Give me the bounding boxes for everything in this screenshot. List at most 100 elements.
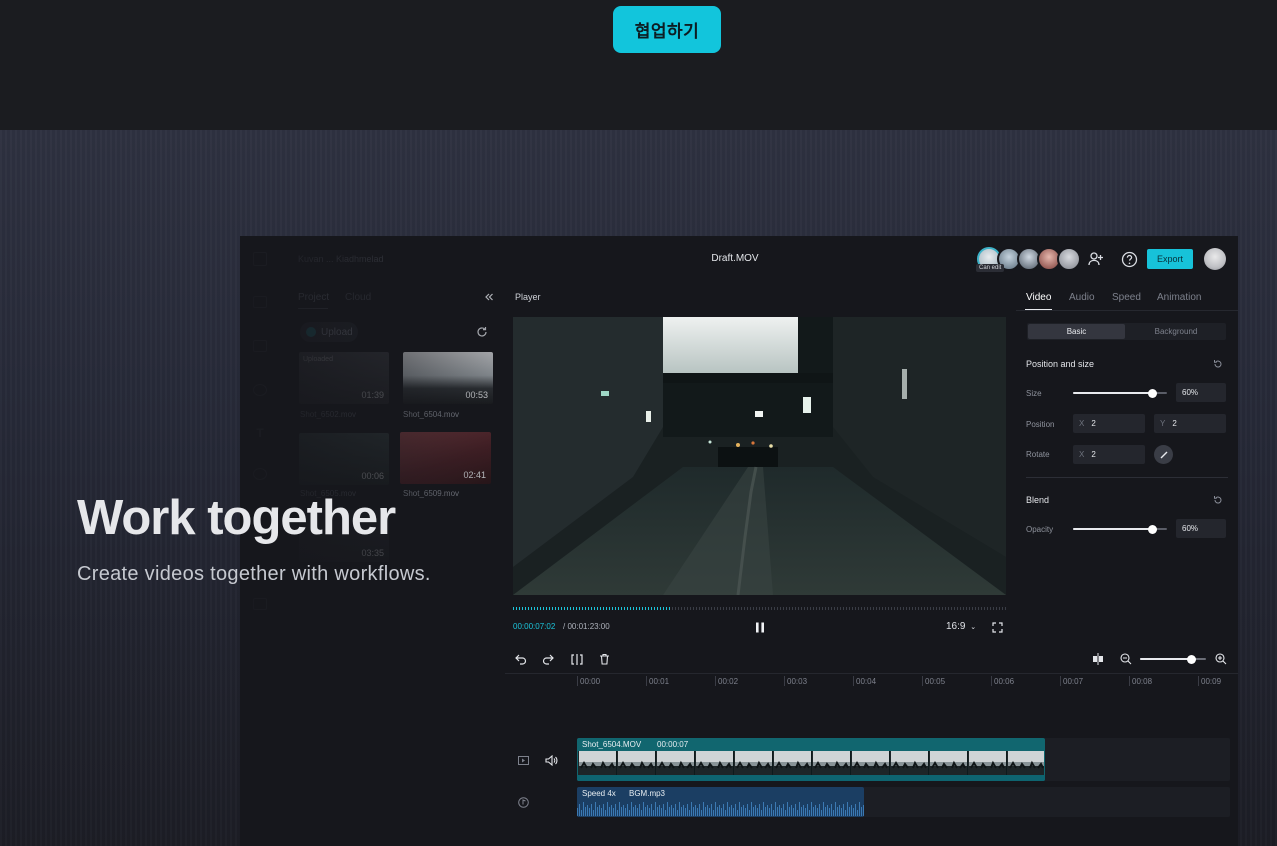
library-icon[interactable]	[253, 340, 267, 352]
hero-title: Work together	[77, 491, 396, 545]
video-track-icon	[513, 750, 533, 770]
zoom-out-icon[interactable]	[1116, 649, 1136, 669]
text-icon[interactable]: T	[253, 426, 267, 440]
music-track-icon	[513, 792, 533, 812]
aspect-ratio-select[interactable]: 16:9 ⌄	[946, 621, 976, 632]
media-thumbnail[interactable]: 02:41	[400, 432, 491, 484]
media-duration: 00:53	[465, 390, 488, 400]
media-thumbnail[interactable]: Uploaded 01:39	[299, 352, 389, 404]
fullscreen-icon[interactable]	[987, 617, 1007, 637]
delete-icon[interactable]	[594, 649, 614, 669]
opacity-label: Opacity	[1026, 525, 1054, 534]
timeline-zoom-handle[interactable]	[1187, 655, 1196, 664]
player-label: Player	[515, 292, 541, 302]
ruler-tick	[853, 676, 854, 686]
clip-name: Shot_6504.MOV	[582, 740, 642, 749]
chevron-down-icon: ⌄	[970, 624, 977, 631]
media-icon[interactable]	[253, 296, 267, 308]
reset-icon[interactable]	[1208, 354, 1228, 374]
volume-icon[interactable]	[541, 750, 561, 770]
tab-video[interactable]: Video	[1026, 292, 1051, 303]
rotate-label: Rotate	[1026, 450, 1050, 459]
size-label: Size	[1026, 389, 1042, 398]
audio-waveform	[577, 800, 864, 816]
opacity-slider-fill	[1073, 528, 1151, 530]
size-slider-handle[interactable]	[1148, 389, 1157, 398]
subtab-background[interactable]: Background	[1127, 324, 1225, 339]
upload-icon	[306, 327, 316, 337]
ruler-label: 00:07	[1063, 677, 1084, 686]
ruler-tick	[922, 676, 923, 686]
clip-speed: Speed 4x	[582, 789, 616, 798]
position-y-input[interactable]: Y 2	[1154, 414, 1226, 433]
position-x-input[interactable]: X 2	[1073, 414, 1145, 433]
app-logo-icon	[253, 252, 267, 266]
media-filename: Shot_6504.mov	[403, 410, 460, 419]
tab-speed[interactable]: Speed	[1112, 292, 1141, 303]
sticker-icon[interactable]	[253, 468, 267, 480]
audio-clip[interactable]: Speed 4x BGM.mp3	[577, 787, 864, 817]
rotate-input[interactable]: X 2	[1073, 445, 1145, 464]
refresh-icon[interactable]	[472, 322, 492, 342]
video-clip[interactable]: Shot_6504.MOV 00:00:07	[577, 738, 1045, 781]
subtab-basic[interactable]: Basic	[1028, 324, 1125, 339]
can-edit-badge: Can edit	[976, 264, 1005, 272]
opacity-slider-handle[interactable]	[1148, 525, 1157, 534]
effects-icon[interactable]	[253, 598, 267, 610]
ruler-tick	[715, 676, 716, 686]
upload-button[interactable]: Upload	[300, 322, 358, 342]
upload-label: Upload	[321, 326, 353, 338]
redo-icon[interactable]	[538, 649, 558, 669]
tab-project-underline	[298, 308, 328, 309]
tab-cloud[interactable]: Cloud	[345, 292, 371, 303]
x-axis-label: X	[1079, 419, 1085, 428]
rotate-dial-icon[interactable]	[1154, 445, 1173, 464]
opacity-input[interactable]: 60%	[1176, 519, 1226, 538]
export-button[interactable]: Export	[1147, 249, 1193, 269]
project-name[interactable]: Kuvan ... Kiadhmelad	[298, 254, 384, 264]
tab-project[interactable]: Project	[298, 292, 329, 303]
y-axis-label: Y	[1160, 419, 1166, 428]
tab-animation[interactable]: Animation	[1157, 292, 1201, 303]
tab-audio[interactable]: Audio	[1069, 292, 1095, 303]
timeline-zoom-fill	[1140, 658, 1192, 660]
position-label: Position	[1026, 420, 1055, 429]
undo-icon[interactable]	[511, 649, 531, 669]
clip-duration: 00:00:07	[657, 740, 689, 749]
zoom-in-icon[interactable]	[1211, 649, 1231, 669]
opacity-value: 60%	[1182, 524, 1199, 533]
collaborate-button[interactable]: 협업하기	[613, 6, 721, 53]
current-time: 00:00:07:02	[513, 622, 556, 631]
hero-subtitle: Create videos together with workflows.	[77, 563, 431, 585]
media-duration: 00:06	[361, 471, 384, 481]
media-duration: 02:41	[463, 470, 486, 480]
reset-icon[interactable]	[1208, 490, 1228, 510]
playback-progress	[513, 607, 670, 610]
help-icon[interactable]	[1119, 249, 1139, 269]
ruler-label: 00:06	[994, 677, 1015, 686]
timeline-divider	[505, 673, 1238, 674]
ruler-label: 00:02	[718, 677, 739, 686]
ruler-tick	[577, 676, 578, 686]
snap-icon[interactable]	[1088, 649, 1108, 669]
media-thumbnail[interactable]: 00:06	[299, 433, 389, 485]
audio-icon[interactable]	[253, 384, 267, 396]
pause-icon[interactable]	[750, 617, 770, 637]
collaborator-avatar[interactable]	[1057, 247, 1081, 271]
add-user-icon[interactable]	[1086, 249, 1106, 269]
size-input[interactable]: 60%	[1176, 383, 1226, 402]
document-title: Draft.MOV	[711, 253, 759, 264]
rotate-axis-label: X	[1079, 450, 1085, 459]
position-y-value: 2	[1172, 419, 1177, 428]
clip-filmstrip	[578, 751, 1044, 775]
split-icon[interactable]	[567, 649, 587, 669]
size-value: 60%	[1182, 388, 1199, 397]
user-avatar[interactable]	[1204, 248, 1226, 270]
collapse-panel-icon[interactable]	[479, 287, 499, 307]
video-preview[interactable]	[513, 317, 1006, 595]
ruler-label: 00:00	[580, 677, 601, 686]
ruler-label: 00:04	[856, 677, 877, 686]
media-thumbnail[interactable]: 00:53	[403, 352, 493, 404]
media-duration: 01:39	[361, 390, 384, 400]
blend-title: Blend	[1026, 495, 1050, 505]
